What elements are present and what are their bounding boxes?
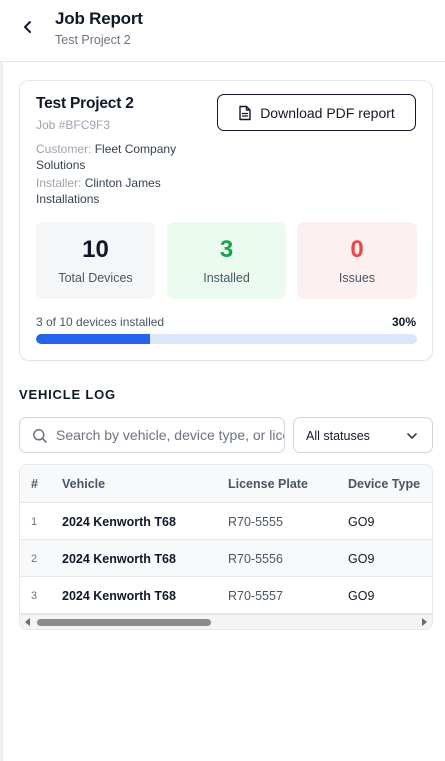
table-header: # Vehicle License Plate Device Type xyxy=(20,465,432,503)
stat-issues-label: Issues xyxy=(338,271,376,285)
row-device-type: GO9 xyxy=(348,515,375,529)
scroll-left-arrow-icon[interactable] xyxy=(25,618,31,626)
row-license-plate: R70-5556 xyxy=(228,552,283,566)
chevron-down-icon xyxy=(407,433,417,439)
column-header-device-type[interactable]: Device Type xyxy=(348,477,420,491)
page-title: Job Report xyxy=(55,9,143,28)
vehicle-log-title: VEHICLE LOG xyxy=(19,387,116,402)
column-header-vehicle[interactable]: Vehicle xyxy=(62,477,105,491)
scrollbar-thumb[interactable] xyxy=(37,619,211,626)
search-input[interactable] xyxy=(56,418,284,452)
installer-info: Installer: Clinton James Installations xyxy=(36,175,206,207)
download-pdf-button[interactable]: Download PDF report xyxy=(217,94,416,131)
table-row[interactable]: 1 2024 Kenworth T68 R70-5555 GO9 xyxy=(20,503,432,540)
horizontal-scrollbar[interactable] xyxy=(20,614,432,629)
stat-total-devices: 10 Total Devices xyxy=(36,222,155,299)
column-header-index[interactable]: # xyxy=(31,477,38,491)
row-index: 3 xyxy=(31,590,38,602)
page-header: Job Report Test Project 2 xyxy=(0,0,445,62)
left-divider xyxy=(0,0,3,761)
row-index: 1 xyxy=(31,516,38,528)
status-filter-value: All statuses xyxy=(306,429,370,443)
progress-bar-fill xyxy=(36,334,151,344)
search-icon xyxy=(33,429,47,443)
back-button[interactable] xyxy=(18,17,38,37)
progress-percent: 30% xyxy=(391,315,416,329)
column-header-license-plate[interactable]: License Plate xyxy=(228,477,308,491)
chevron-left-icon xyxy=(24,21,31,33)
customer-info: Customer: Fleet Company Solutions xyxy=(36,141,206,173)
row-vehicle: 2024 Kenworth T68 xyxy=(62,515,176,529)
progress-bar xyxy=(36,334,417,344)
project-summary-card: Test Project 2 Job #BFC9F3 Customer: Fle… xyxy=(19,80,433,361)
job-id: Job #BFC9F3 xyxy=(36,118,111,132)
status-filter-select[interactable]: All statuses xyxy=(293,417,433,453)
row-vehicle: 2024 Kenworth T68 xyxy=(62,552,176,566)
customer-label: Customer: xyxy=(36,142,92,156)
stats-row: 10 Total Devices 3 Installed 0 Issues xyxy=(36,222,417,299)
vehicle-search[interactable] xyxy=(19,417,285,453)
installer-label: Installer: xyxy=(36,176,82,190)
stat-installed-value: 3 xyxy=(219,236,234,263)
row-license-plate: R70-5555 xyxy=(228,515,283,529)
row-index: 2 xyxy=(31,553,38,565)
stat-total-value: 10 xyxy=(82,236,109,263)
download-pdf-label: Download PDF report xyxy=(260,104,395,121)
stat-installed: 3 Installed xyxy=(167,222,286,299)
row-vehicle: 2024 Kenworth T68 xyxy=(62,589,176,603)
page-subtitle: Test Project 2 xyxy=(55,33,131,47)
row-device-type: GO9 xyxy=(348,552,375,566)
file-text-icon xyxy=(239,105,251,120)
row-device-type: GO9 xyxy=(348,589,375,603)
progress-text: 3 of 10 devices installed xyxy=(36,315,165,329)
table-row[interactable]: 2 2024 Kenworth T68 R70-5556 GO9 xyxy=(20,540,432,577)
scroll-right-arrow-icon[interactable] xyxy=(421,618,427,626)
stat-installed-label: Installed xyxy=(203,271,250,285)
stat-issues-value: 0 xyxy=(350,236,364,263)
project-name: Test Project 2 xyxy=(36,95,134,112)
table-row[interactable]: 3 2024 Kenworth T68 R70-5557 GO9 xyxy=(20,577,432,614)
vehicle-table: # Vehicle License Plate Device Type 1 20… xyxy=(19,464,433,630)
stat-issues: 0 Issues xyxy=(297,222,417,299)
stat-total-label: Total Devices xyxy=(58,271,133,285)
row-license-plate: R70-5557 xyxy=(228,589,283,603)
